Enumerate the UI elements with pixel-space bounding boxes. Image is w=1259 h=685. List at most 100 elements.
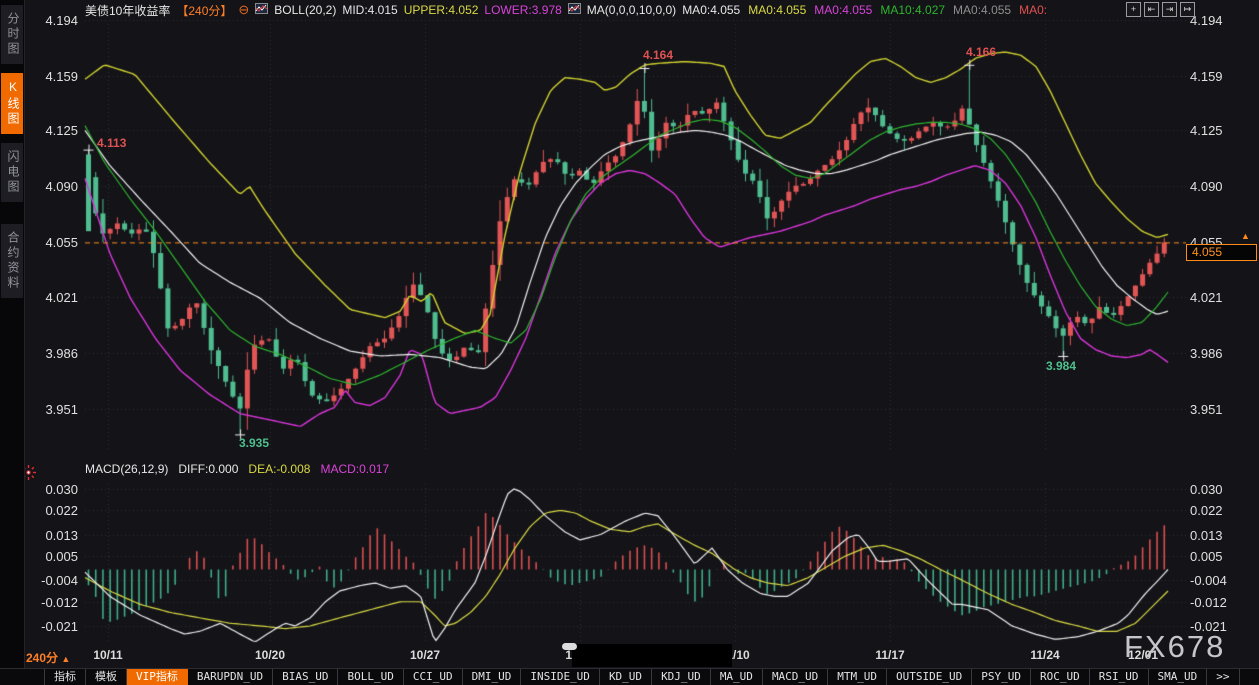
macd-axis-label: 0.013 — [22, 528, 78, 543]
ma-value-1: MA0:4.055 — [748, 3, 806, 17]
indicator-tab-KDJ_UD[interactable]: KDJ_UD — [652, 669, 711, 685]
boll-upper: UPPER:4.052 — [404, 3, 479, 17]
fx678-watermark: FX678 — [1124, 629, 1225, 665]
macd-label: MACD(26,12,9) — [85, 462, 168, 476]
toolbar-spacer — [0, 669, 45, 685]
macd-axis-label: -0.021 — [22, 619, 78, 634]
indicator-tab-PSY_UD[interactable]: PSY_UD — [972, 669, 1031, 685]
price-annotation: 4.113 — [97, 136, 126, 150]
ma-value-4: MA0:4.055 — [953, 3, 1011, 17]
ma-value-2: MA0:4.055 — [814, 3, 872, 17]
indicator-tab-MTM_UD[interactable]: MTM_UD — [828, 669, 887, 685]
macd-macd: MACD:0.017 — [320, 462, 389, 476]
ma-value-3: MA10:4.027 — [880, 3, 945, 17]
indicator-tab-OUTSIDE_UD[interactable]: OUTSIDE_UD — [887, 669, 972, 685]
price-annotation: 4.166 — [966, 45, 996, 59]
price-arrow-icon: ▲ — [1241, 231, 1250, 241]
price-axis-label: 4.021 — [1190, 290, 1246, 305]
macd-axis-label: 0.030 — [22, 482, 78, 497]
price-axis-label: 3.986 — [1190, 346, 1246, 361]
indicator-tab-INSIDE_UD[interactable]: INSIDE_UD — [521, 669, 600, 685]
scroll-handle[interactable] — [562, 643, 577, 650]
macd-axis-label: -0.012 — [22, 595, 78, 610]
ma-values: MA0:4.055 MA0:4.055 MA0:4.055 MA10:4.027 MA0… — [682, 3, 1047, 17]
price-axis-label: 4.021 — [22, 290, 78, 305]
macd-axis-label: 0.030 — [1190, 482, 1246, 497]
macd-axis-label: 0.013 — [1190, 528, 1246, 543]
indicator-tab-MACD_UD[interactable]: MACD_UD — [763, 669, 828, 685]
indicator-tab-bar: 指标模板VIP指标BARUPDN_UDBIAS_UDBOLL_UDCCI_UDD… — [0, 668, 1259, 685]
pan-right-icon[interactable]: ⇥ — [1162, 2, 1177, 17]
chart-canvas[interactable] — [0, 0, 1259, 668]
price-axis-label: 3.986 — [22, 346, 78, 361]
macd-axis-label: -0.004 — [1190, 573, 1246, 588]
chart-type-sidebar: 分时图 K线图闪电图合约资料 — [0, 0, 25, 668]
go-latest-icon[interactable]: ↦ — [1180, 2, 1195, 17]
price-axis-label: 4.159 — [1190, 69, 1246, 84]
price-axis-label: 4.125 — [22, 123, 78, 138]
macd-axis-label: -0.004 — [22, 573, 78, 588]
macd-axis-label: -0.012 — [1190, 595, 1246, 610]
pan-left-icon[interactable]: ⇤ — [1144, 2, 1159, 17]
indicator-tab-BIAS_UD[interactable]: BIAS_UD — [273, 669, 338, 685]
ma-label: MA(0,0,0,10,0,0) — [587, 3, 676, 17]
ma-value-0: MA0:4.055 — [682, 3, 740, 17]
price-annotation: 3.984 — [1046, 359, 1076, 373]
price-axis-label: 4.055 — [22, 235, 78, 250]
sidebar-item-1[interactable]: K线图 — [1, 73, 23, 134]
indicator-tab-BOLL_UD[interactable]: BOLL_UD — [338, 669, 403, 685]
date-label: 11/17 — [875, 648, 904, 662]
indicator-tab-RSI_UD[interactable]: RSI_UD — [1090, 669, 1149, 685]
trading-app-window: 分时图 K线图闪电图合约资料 美债10年收益率 【240分】 ⊖ BOLL(20,… — [0, 0, 1259, 685]
date-label: 10/11 — [93, 648, 122, 662]
date-label: 10/20 — [255, 648, 285, 662]
sidebar-item-2[interactable]: 闪电图 — [1, 143, 23, 202]
price-axis-label: 4.159 — [22, 69, 78, 84]
period-arrow-icon: ▲ — [61, 654, 70, 664]
indicator-tab->>[interactable]: >> — [1207, 669, 1239, 685]
chart-header: 美债10年收益率 【240分】 ⊖ BOLL(20,2) MID:4.015 U… — [24, 0, 1259, 20]
indicator-tab-KD_UD[interactable]: KD_UD — [600, 669, 652, 685]
indicator-chart-icon[interactable] — [255, 3, 268, 17]
indicator-tab-ROC_UD[interactable]: ROC_UD — [1031, 669, 1090, 685]
collapse-icon[interactable]: ⊖ — [238, 2, 249, 18]
price-annotation: 4.164 — [643, 48, 673, 62]
macd-header: MACD(26,12,9) DIFF:0.000 DEA:-0.008 MACD… — [85, 461, 389, 477]
indicator-tab-MA_UD[interactable]: MA_UD — [711, 669, 763, 685]
price-axis-label: 4.125 — [1190, 123, 1246, 138]
indicator-tab-指标[interactable]: 指标 — [45, 669, 86, 685]
macd-axis-label: 0.022 — [22, 503, 78, 518]
price-axis-label: 4.090 — [1190, 179, 1246, 194]
macd-axis-label: 0.005 — [1190, 549, 1246, 564]
ma-value-5: MA0: — [1019, 3, 1047, 17]
date-label: 10/27 — [410, 648, 440, 662]
sidebar-item-0[interactable]: 分时图 — [1, 5, 23, 64]
chart-toolbuttons: +⇤⇥↦ — [1126, 2, 1195, 17]
indicator-tab-VIP指标[interactable]: VIP指标 — [127, 669, 188, 685]
macd-axis-label: 0.005 — [22, 549, 78, 564]
indicator-tab-DMI_UD[interactable]: DMI_UD — [463, 669, 522, 685]
price-annotation: 3.935 — [239, 436, 269, 450]
price-axis-label: 3.951 — [22, 402, 78, 417]
crosshair-icon[interactable]: + — [1126, 2, 1141, 17]
boll-mid: MID:4.015 — [342, 3, 397, 17]
indicator-chart-icon[interactable] — [568, 3, 581, 17]
period-tag: 【240分】 — [176, 2, 232, 19]
macd-diff: DIFF:0.000 — [178, 462, 238, 476]
indicator-tab-SMA_UD[interactable]: SMA_UD — [1149, 669, 1208, 685]
boll-lower: LOWER:3.978 — [484, 3, 561, 17]
indicator-tab-CCI_UD[interactable]: CCI_UD — [404, 669, 463, 685]
instrument-title: 美债10年收益率 — [85, 2, 170, 19]
sidebar-item-3[interactable]: 合约资料 — [1, 224, 23, 298]
period-selector[interactable]: 240分 ▲ — [26, 649, 70, 666]
price-axis-label: 3.951 — [1190, 402, 1246, 417]
current-price-tag: 4.055 — [1186, 244, 1257, 261]
indicator-tab-BARUPDN_UD[interactable]: BARUPDN_UD — [188, 669, 273, 685]
period-label: 240分 — [26, 651, 58, 665]
macd-dea: DEA:-0.008 — [248, 462, 310, 476]
date-label: 11/24 — [1030, 648, 1059, 662]
overlay-black-box — [572, 644, 732, 667]
macd-axis-label: 0.022 — [1190, 503, 1246, 518]
price-axis-label: 4.090 — [22, 179, 78, 194]
indicator-tab-模板[interactable]: 模板 — [86, 669, 127, 685]
